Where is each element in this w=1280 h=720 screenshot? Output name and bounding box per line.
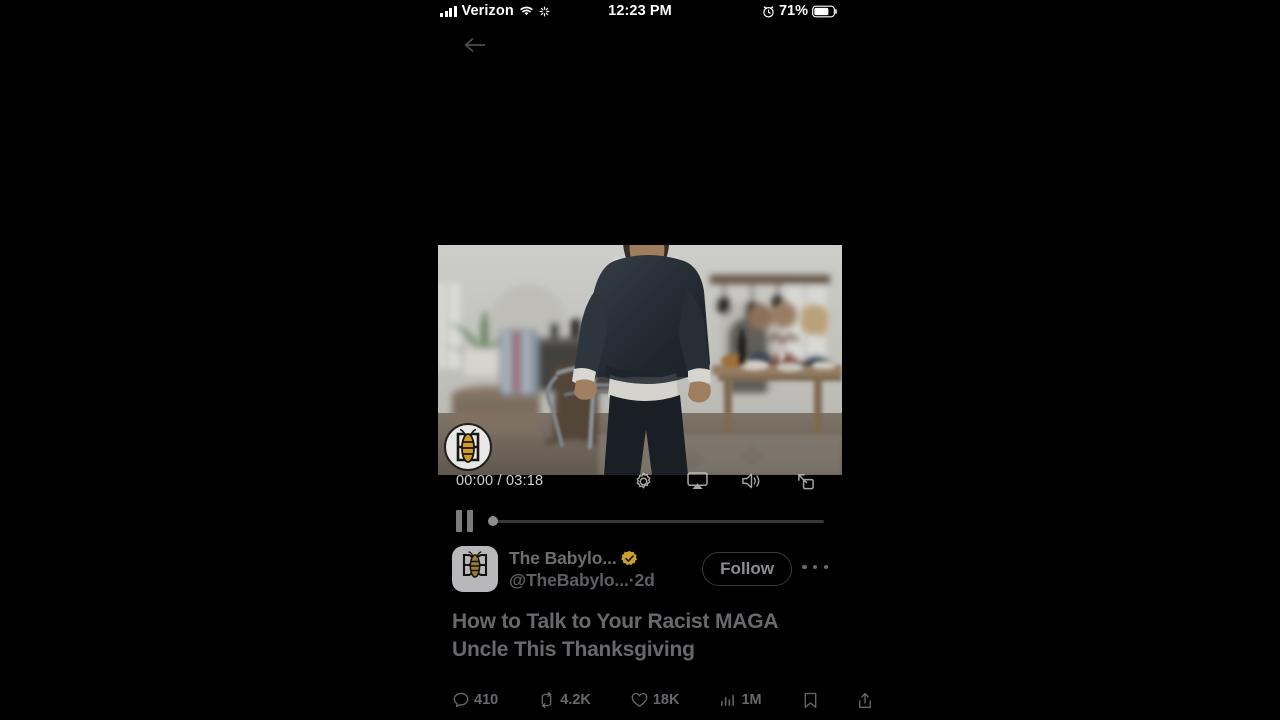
views-count: 1M [741,692,762,708]
video-progress-bar[interactable] [488,516,824,526]
repost-button[interactable]: 4.2K [538,692,591,709]
avatar[interactable] [452,546,498,592]
reply-icon [452,692,469,709]
author-name-line: The Babylo... [509,547,696,569]
video-time-display: 00:00 / 03:18 [456,473,544,489]
back-arrow-icon [463,36,487,54]
airplay-icon[interactable] [686,470,708,492]
screen-recording-frame: Verizon 12:23 PM 71% 00:00 / 03:18 The B… [0,0,1280,720]
babylon-bee-avatar [462,551,488,578]
author-handle: @TheBabylo... [509,570,629,590]
back-button[interactable] [458,30,492,60]
author-display-name: The Babylo... [509,548,617,568]
post-author-row: The Babylo... @TheBabylo...·2d Follow [438,542,842,596]
reply-button[interactable]: 410 [452,692,498,709]
picture-in-picture-icon[interactable] [794,470,816,492]
gear-icon[interactable] [632,470,654,492]
status-bar: Verizon 12:23 PM 71% [438,0,842,26]
like-button[interactable]: 18K [631,692,680,709]
verified-gold-badge [620,550,638,567]
babylon-bee-logo [444,423,492,471]
video-player[interactable] [438,245,842,475]
volume-icon[interactable] [740,470,762,492]
phone-viewport: Verizon 12:23 PM 71% 00:00 / 03:18 The B… [438,0,872,720]
post-text: How to Talk to Your Racist MAGA Uncle Th… [452,610,778,661]
views-bar-chart-icon [719,692,736,709]
battery-percent-label: 71% [778,3,808,19]
more-options-icon[interactable] [802,564,828,574]
battery-icon [812,5,838,18]
video-control-bar: 00:00 / 03:18 [438,470,842,496]
video-progress-knob[interactable] [488,516,498,526]
alarm-clock-icon [762,5,775,18]
share-button[interactable] [857,692,874,709]
bookmark-button[interactable] [802,692,819,709]
video-control-icons [632,470,816,492]
share-icon [857,692,874,709]
status-bar-right: 71% [762,3,838,19]
bookmark-icon [802,692,819,709]
like-count: 18K [652,692,680,708]
reply-count: 410 [474,692,499,708]
follow-button[interactable]: Follow [702,552,792,586]
pause-button[interactable] [456,510,474,532]
repost-count: 4.2K [560,692,591,708]
repost-icon [538,692,555,709]
post-author-text: The Babylo... @TheBabylo...·2d [509,547,696,591]
engagement-bar: 410 4.2K 18K 1M [438,686,872,714]
like-heart-icon [631,692,648,709]
video-scrubber-row [438,506,842,536]
video-frame-image [438,245,842,475]
author-handle-line: @TheBabylo...·2d [509,569,696,591]
views-button[interactable]: 1M [719,692,762,709]
post-timestamp: 2d [634,570,655,590]
